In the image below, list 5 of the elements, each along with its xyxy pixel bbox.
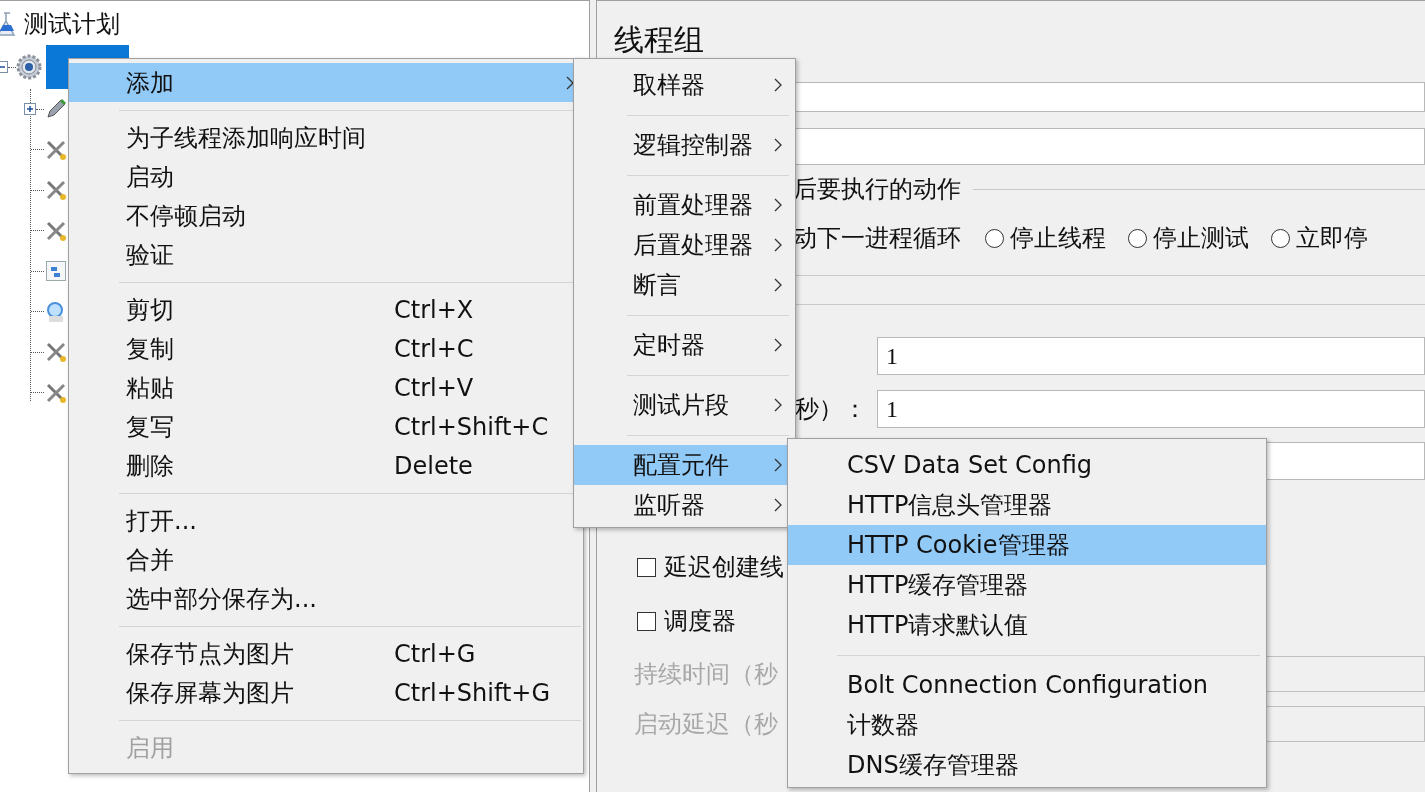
panel-title: 线程组 <box>613 22 705 58</box>
field-label: 启动延迟（秒 <box>634 710 778 739</box>
field-label: 持续时间（秒 <box>634 660 778 689</box>
field-label: 秒）： <box>795 395 867 424</box>
group-label: 后要执行的动作 <box>793 177 961 201</box>
